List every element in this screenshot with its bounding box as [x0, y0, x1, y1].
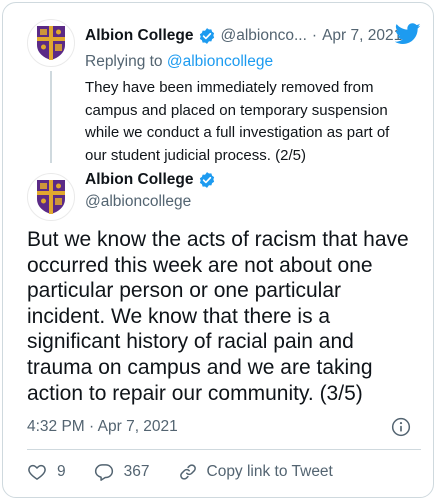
replying-prefix: Replying to — [85, 53, 163, 70]
parent-avatar[interactable] — [27, 19, 75, 67]
tweet-actions: 9 367 Copy link to Tweet — [27, 459, 361, 485]
parent-tweet[interactable]: Albion College @albionco... · Apr 7, 202… — [3, 3, 433, 164]
parent-tweet-text: They have been immediately removed from … — [85, 79, 390, 164]
like-count: 9 — [57, 463, 66, 480]
copy-link-label: Copy link to Tweet — [206, 463, 333, 480]
main-display-name[interactable]: Albion College — [85, 171, 194, 189]
like-button[interactable]: 9 — [27, 462, 66, 482]
albion-crest-icon — [37, 26, 65, 60]
heart-icon — [28, 464, 46, 480]
verified-badge-icon — [199, 28, 214, 44]
action-divider — [27, 449, 421, 450]
reply-bubble-icon — [94, 464, 113, 481]
tweet-timestamp[interactable]: 4:32 PM · Apr 7, 2021 — [27, 418, 178, 436]
link-icon — [179, 464, 196, 480]
reply-count: 367 — [123, 463, 150, 480]
copy-link-button[interactable]: Copy link to Tweet — [178, 462, 333, 482]
twitter-bird-icon[interactable] — [395, 23, 421, 45]
parent-display-name[interactable]: Albion College — [85, 27, 194, 45]
info-icon[interactable] — [391, 417, 411, 437]
parent-date[interactable]: Apr 7, 2021 — [322, 27, 402, 45]
thread-connector-line — [50, 71, 52, 163]
verified-badge-icon — [199, 172, 214, 188]
albion-crest-icon — [37, 180, 65, 214]
tweet-embed-card: Albion College @albionco... · Apr 7, 202… — [2, 2, 434, 498]
main-avatar[interactable] — [27, 173, 75, 221]
main-tweet-text: But we know the acts of racism that have… — [27, 228, 409, 405]
main-author-row: Albion College — [85, 171, 216, 189]
parent-tweet-header: Albion College @albionco... · Apr 7, 202… — [85, 25, 421, 47]
separator-dot: · — [311, 27, 318, 44]
replying-to: Replying to @albioncollege — [85, 53, 273, 71]
parent-handle[interactable]: @albionco... — [221, 27, 307, 45]
replying-handle-link[interactable]: @albioncollege — [167, 53, 273, 70]
reply-button[interactable]: 367 — [94, 462, 150, 482]
main-handle[interactable]: @albioncollege — [85, 193, 191, 211]
